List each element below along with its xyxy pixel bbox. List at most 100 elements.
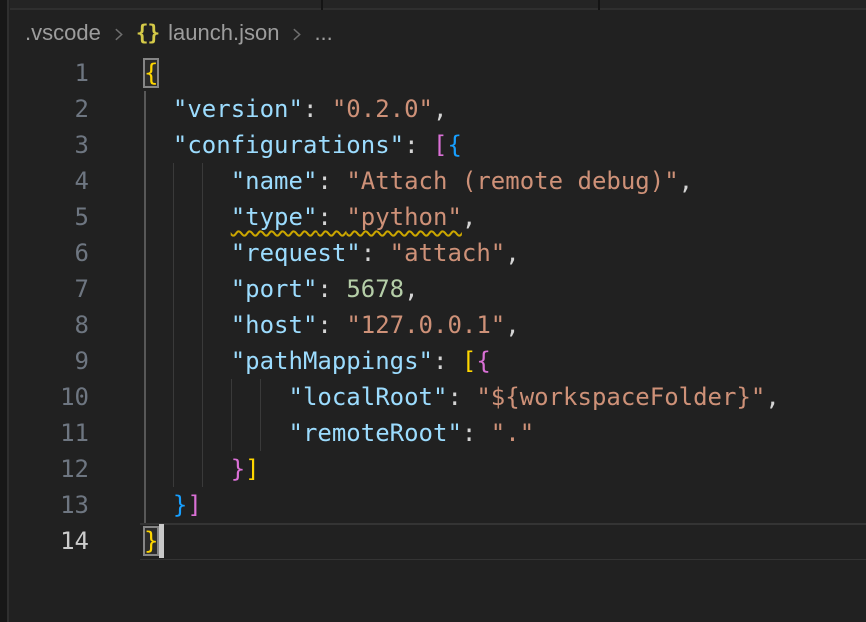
code-line-text: "host": "127.0.0.1",	[144, 307, 520, 343]
text-cursor	[159, 524, 164, 558]
code-token	[144, 275, 231, 303]
bracket-match: {	[144, 59, 158, 87]
code-token	[144, 347, 231, 375]
code-line[interactable]: 7 "port": 5678,	[11, 271, 866, 307]
code-line-text: "type": "python",	[144, 199, 476, 235]
line-number[interactable]: 14	[11, 523, 89, 559]
code-token	[144, 131, 173, 159]
code-line[interactable]: 9 "pathMappings": [{	[11, 343, 866, 379]
code-token: ]	[245, 455, 259, 483]
code-token: :	[361, 239, 390, 267]
code-line[interactable]: 11 "remoteRoot": "."	[11, 415, 866, 451]
line-number[interactable]: 6	[11, 235, 89, 271]
line-number[interactable]: 8	[11, 307, 89, 343]
code-line-text: {	[144, 55, 158, 91]
code-line[interactable]: 3 "configurations": [{	[11, 127, 866, 163]
code-token: "Attach (remote debug)"	[346, 167, 678, 195]
code-token: }	[173, 491, 187, 519]
code-token	[144, 311, 231, 339]
code-token: "python"	[346, 203, 462, 231]
code-token: "attach"	[390, 239, 506, 267]
code-token	[144, 203, 231, 231]
tab-bar-strip	[10, 0, 866, 10]
code-token: 5678	[346, 275, 404, 303]
code-token: "."	[491, 419, 534, 447]
code-token	[144, 95, 173, 123]
code-line[interactable]: 5 "type": "python",	[11, 199, 866, 235]
code-line-text: }	[144, 523, 158, 559]
breadcrumb-file[interactable]: launch.json	[168, 20, 279, 46]
code-token: "127.0.0.1"	[346, 311, 505, 339]
code-line-text: "configurations": [{	[144, 127, 462, 163]
code-line[interactable]: 8 "host": "127.0.0.1",	[11, 307, 866, 343]
code-line-text: "remoteRoot": "."	[144, 415, 534, 451]
line-number[interactable]: 9	[11, 343, 89, 379]
code-line[interactable]: 6 "request": "attach",	[11, 235, 866, 271]
code-line-text: "request": "attach",	[144, 235, 520, 271]
code-line-text: "localRoot": "${workspaceFolder}",	[144, 379, 780, 415]
breadcrumb-symbol[interactable]: ...	[314, 20, 332, 46]
line-number[interactable]: 13	[11, 487, 89, 523]
code-line[interactable]: 10 "localRoot": "${workspaceFolder}",	[11, 379, 866, 415]
code-token: ,	[404, 275, 418, 303]
sidebar-edge	[0, 0, 9, 622]
line-number[interactable]: 4	[11, 163, 89, 199]
code-token: ,	[765, 383, 779, 411]
code-line-text: "version": "0.2.0",	[144, 91, 447, 127]
line-number[interactable]: 11	[11, 415, 89, 451]
breadcrumb: .vscode {} launch.json ...	[11, 12, 866, 54]
code-token: :	[317, 203, 346, 231]
code-token: "pathMappings"	[231, 347, 433, 375]
json-file-icon: {}	[136, 21, 159, 45]
code-token: :	[317, 311, 346, 339]
code-token: {	[476, 347, 490, 375]
line-number[interactable]: 3	[11, 127, 89, 163]
code-token	[144, 491, 173, 519]
code-token	[144, 383, 289, 411]
code-token	[144, 239, 231, 267]
line-number[interactable]: 1	[11, 55, 89, 91]
code-token	[144, 455, 231, 483]
code-token: ,	[462, 203, 476, 231]
code-token: ,	[505, 311, 519, 339]
code-line[interactable]: 4 "name": "Attach (remote debug)",	[11, 163, 866, 199]
code-area[interactable]: 1{2 "version": "0.2.0",3 "configurations…	[11, 55, 866, 559]
code-token: [	[462, 347, 476, 375]
code-token: "${workspaceFolder}"	[476, 383, 765, 411]
code-line-text: "name": "Attach (remote debug)",	[144, 163, 693, 199]
line-number[interactable]: 2	[11, 91, 89, 127]
tab-divider	[321, 0, 323, 10]
line-number[interactable]: 5	[11, 199, 89, 235]
code-line-text: }]	[144, 451, 260, 487]
code-token: :	[462, 419, 491, 447]
code-token: "configurations"	[173, 131, 404, 159]
code-token: }	[231, 455, 245, 483]
code-token: :	[317, 275, 346, 303]
code-line[interactable]: 2 "version": "0.2.0",	[11, 91, 866, 127]
line-number[interactable]: 12	[11, 451, 89, 487]
warning-squiggle-text: "type": "python"	[231, 203, 462, 231]
code-token: :	[447, 383, 476, 411]
code-token: ]	[187, 491, 201, 519]
code-token: ,	[505, 239, 519, 267]
line-number[interactable]: 10	[11, 379, 89, 415]
code-token: :	[317, 167, 346, 195]
code-line[interactable]: 14}	[11, 523, 866, 559]
code-token: {	[447, 131, 461, 159]
code-token: :	[433, 347, 462, 375]
code-line[interactable]: 13 }]	[11, 487, 866, 523]
code-token	[144, 167, 231, 195]
code-line-text: "port": 5678,	[144, 271, 419, 307]
code-line[interactable]: 1{	[11, 55, 866, 91]
line-number[interactable]: 7	[11, 271, 89, 307]
chevron-right-icon	[288, 26, 305, 43]
code-token: "version"	[173, 95, 303, 123]
code-token: "0.2.0"	[332, 95, 433, 123]
breadcrumb-folder[interactable]: .vscode	[25, 20, 101, 46]
code-token: :	[303, 95, 332, 123]
bracket-match: }	[144, 527, 158, 555]
code-line[interactable]: 12 }]	[11, 451, 866, 487]
code-line-text: }]	[144, 487, 202, 523]
code-token	[144, 419, 289, 447]
code-token: ,	[433, 95, 447, 123]
